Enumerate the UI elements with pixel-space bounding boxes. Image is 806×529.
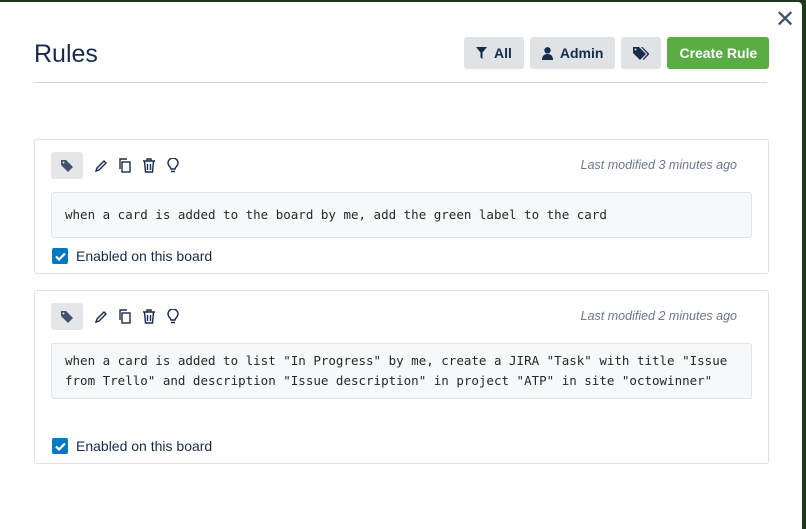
close-icon[interactable]: ✕	[775, 8, 795, 32]
page-title: Rules	[34, 40, 98, 68]
check-icon	[54, 442, 66, 451]
create-rule-button[interactable]: Create Rule	[667, 37, 770, 69]
filter-all-button[interactable]: All	[464, 37, 524, 69]
enabled-checkbox-row[interactable]: Enabled on this board	[52, 438, 212, 454]
tag-button[interactable]	[51, 152, 83, 179]
enabled-checkbox[interactable]	[52, 438, 68, 454]
divider	[34, 82, 767, 83]
enabled-checkbox[interactable]	[52, 248, 68, 264]
edit-icon[interactable]	[93, 309, 109, 325]
trash-icon[interactable]	[141, 309, 157, 325]
rule-card: Last modified 3 minutes ago when a card …	[34, 139, 769, 274]
filter-icon	[476, 47, 487, 59]
enabled-label: Enabled on this board	[76, 248, 213, 264]
tag-icon	[61, 310, 73, 323]
trash-icon[interactable]	[141, 158, 157, 174]
enabled-label: Enabled on this board	[76, 438, 213, 454]
rule-text: when a card is added to the board by me,…	[51, 192, 752, 238]
user-icon	[541, 46, 553, 60]
tag-button[interactable]	[51, 303, 83, 330]
tags-icon	[633, 46, 650, 60]
admin-button[interactable]: Admin	[529, 37, 616, 69]
edit-icon[interactable]	[93, 158, 109, 174]
rule-card: Last modified 2 minutes ago when a card …	[34, 290, 769, 464]
lightbulb-icon[interactable]	[165, 309, 181, 325]
admin-label: Admin	[559, 45, 604, 61]
tag-icon	[61, 159, 73, 172]
copy-icon[interactable]	[117, 309, 133, 325]
rules-modal: ✕ Rules All Admin Create Rule Last modif…	[0, 2, 802, 529]
check-icon	[54, 252, 66, 261]
enabled-checkbox-row[interactable]: Enabled on this board	[52, 248, 212, 264]
lightbulb-icon[interactable]	[165, 158, 181, 174]
rule-text: when a card is added to list "In Progres…	[51, 343, 752, 399]
copy-icon[interactable]	[117, 158, 133, 174]
last-modified: Last modified 3 minutes ago	[580, 158, 737, 172]
all-label: All	[494, 45, 512, 61]
last-modified: Last modified 2 minutes ago	[580, 309, 737, 323]
tags-button[interactable]	[621, 37, 662, 69]
